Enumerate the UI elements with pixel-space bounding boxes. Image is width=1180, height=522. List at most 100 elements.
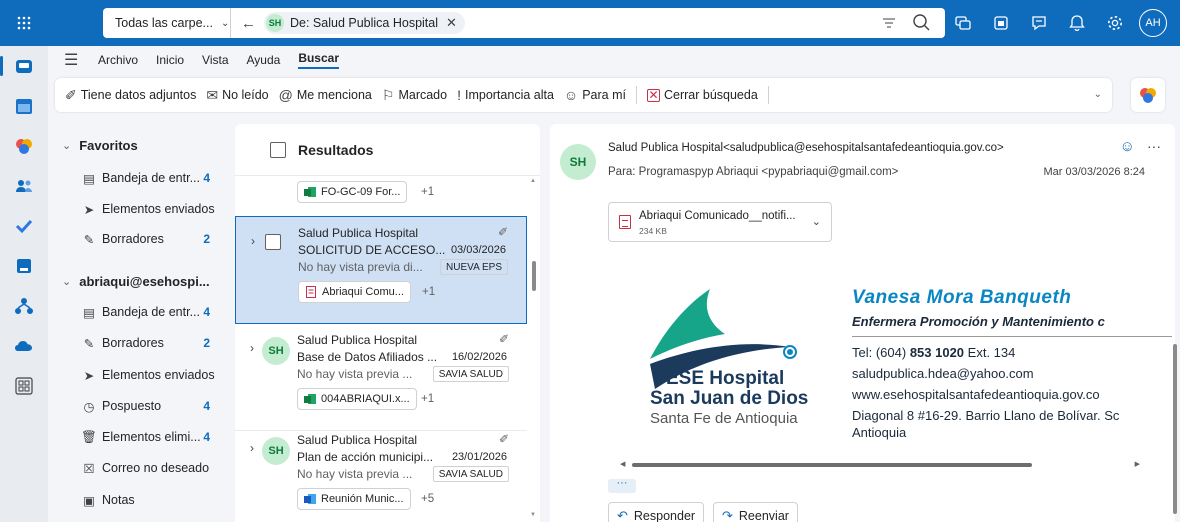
chevron-right-icon[interactable]: › — [251, 234, 255, 248]
attachment-chip[interactable]: Reunión Munic... — [297, 488, 411, 510]
people-app-icon[interactable] — [14, 176, 34, 196]
paperclip-icon: ✐ — [497, 225, 508, 239]
org-explorer-icon[interactable] — [14, 296, 34, 316]
scroll-down-icon[interactable]: ▼ — [530, 512, 536, 518]
apps-grid-icon[interactable] — [0, 0, 48, 46]
scrollbar-thumb[interactable] — [532, 261, 536, 291]
mail-app-icon[interactable] — [14, 56, 34, 76]
meet-now-icon[interactable] — [944, 0, 982, 46]
scrollbar-thumb[interactable] — [1173, 344, 1177, 514]
message-checkbox[interactable] — [265, 234, 281, 250]
pencil-icon: ✎ — [83, 232, 95, 247]
tab-archivo[interactable]: Archivo — [98, 53, 138, 67]
chevron-right-icon[interactable]: › — [250, 441, 254, 455]
chevron-down-icon[interactable]: ⌄ — [1094, 89, 1102, 100]
attachment-card[interactable]: Abriaqui Comunicado__notifi... 234 KB ⌄ — [608, 202, 832, 242]
chevron-right-icon[interactable]: › — [250, 341, 254, 355]
scroll-left-icon[interactable]: ◀ — [620, 460, 625, 468]
tab-ayuda[interactable]: Ayuda — [247, 53, 281, 67]
account-header[interactable]: ⌄ abriaqui@esehospi... — [62, 274, 210, 289]
teams-icon[interactable] — [982, 0, 1020, 46]
signature-website[interactable]: www.esehospitalsantafedeantioquia.gov.co — [852, 387, 1100, 402]
filter-unread-button[interactable]: ✉ No leído — [206, 87, 268, 104]
message-row[interactable]: › SH Salud Publica Hospital ✐ Base de Da… — [235, 324, 527, 432]
horizontal-scrollbar[interactable]: ◀ ▶ — [620, 460, 1140, 468]
settings-gear-icon[interactable] — [1096, 0, 1134, 46]
filter-to-me-button[interactable]: ☺ Para mí — [564, 87, 626, 103]
copilot-app-icon[interactable] — [14, 136, 34, 156]
search-box[interactable]: Todas las carpe... ⌄ ← SH De: Salud Publ… — [103, 8, 945, 38]
forward-button[interactable]: ↷ Reenviar — [713, 502, 798, 522]
folder-sent[interactable]: ➤ Elementos enviados — [82, 364, 228, 386]
tab-vista[interactable]: Vista — [202, 53, 228, 67]
search-icon[interactable] — [911, 12, 933, 34]
filter-attachments-button[interactable]: ✐ Tiene datos adjuntos — [65, 87, 196, 104]
favorites-label: Favoritos — [79, 138, 138, 153]
scrollbar-thumb[interactable] — [632, 463, 1032, 467]
message-row-selected[interactable]: › Salud Publica Hospital ✐ SOLICITUD DE … — [235, 216, 527, 324]
folder-drafts[interactable]: ✎ Borradores 2 — [82, 332, 228, 354]
show-trimmed-content-button[interactable]: ··· — [608, 478, 636, 493]
user-account-button[interactable]: AH — [1134, 0, 1172, 46]
reading-pane-scrollbar[interactable] — [1170, 124, 1180, 522]
attachment-chip[interactable]: 004ABRIAQUI.x... — [297, 388, 417, 410]
category-tag[interactable]: SAVIA SALUD — [432, 466, 509, 482]
pdf-file-icon — [306, 286, 316, 298]
hamburger-icon[interactable]: ☰ — [64, 50, 80, 70]
unread-count: 4 — [203, 430, 210, 444]
scroll-up-icon[interactable]: ▲ — [530, 178, 536, 184]
smiley-icon[interactable]: ☺ — [1120, 138, 1135, 155]
more-options-icon[interactable]: ··· — [1147, 138, 1161, 154]
category-tag[interactable]: NUEVA EPS — [440, 259, 508, 275]
favorites-header[interactable]: ⌄ Favoritos — [62, 138, 138, 153]
calendar-app-icon[interactable] — [14, 96, 34, 116]
tab-buscar[interactable]: Buscar — [298, 51, 339, 69]
folder-label: Elementos enviados — [102, 202, 215, 216]
filter-flagged-button[interactable]: ⚐ Marcado — [382, 87, 447, 104]
copilot-button[interactable] — [1131, 78, 1165, 112]
attachment-name: Abriaqui Comunicado__notifi... — [639, 210, 796, 222]
tab-inicio[interactable]: Inicio — [156, 53, 184, 67]
attachment-chip[interactable]: Abriaqui Comu... — [298, 281, 411, 303]
filter-icon[interactable] — [883, 15, 895, 31]
signature-email[interactable]: saludpublica.hdea@yahoo.com — [852, 366, 1034, 381]
message-row[interactable]: › SH Salud Publica Hospital ✐ Plan de ac… — [235, 424, 527, 522]
bell-icon[interactable] — [1058, 0, 1096, 46]
folder-favorites-sent[interactable]: ➤ Elementos enviados — [82, 198, 228, 220]
folder-junk[interactable]: ☒ Correo no deseado — [82, 457, 228, 479]
reply-button[interactable]: ↶ Responder — [608, 502, 705, 522]
back-arrow-icon[interactable]: ← — [241, 15, 256, 32]
files-app-icon[interactable] — [14, 256, 34, 276]
pdf-file-icon — [619, 215, 631, 229]
todo-app-icon[interactable] — [14, 216, 34, 236]
forward-label: Reenviar — [738, 509, 789, 522]
more-apps-icon[interactable] — [14, 376, 34, 396]
feedback-icon[interactable] — [1020, 0, 1058, 46]
ribbon-menu: ☰ Archivo Inicio Vista Ayuda Buscar — [48, 46, 1180, 74]
close-box-icon: ✕ — [646, 88, 660, 102]
folder-deleted[interactable]: 🗑 Elementos elimi... 4 — [81, 426, 228, 448]
folder-snoozed[interactable]: ◷ Pospuesto 4 — [82, 395, 228, 417]
close-icon[interactable]: ✕ — [446, 15, 457, 31]
category-tag[interactable]: SAVIA SALUD — [432, 366, 509, 382]
folder-inbox[interactable]: ▤ Bandeja de entr... 4 — [82, 301, 228, 323]
chevron-down-icon[interactable]: ⌄ — [812, 215, 821, 228]
select-all-checkbox[interactable] — [270, 141, 286, 158]
attachment-chip[interactable]: FO-GC-09 For... — [297, 181, 408, 203]
sender-address[interactable]: Salud Publica Hospital<saludpublica@eseh… — [608, 142, 1004, 154]
search-scope-dropdown[interactable]: Todas las carpe... ⌄ — [103, 8, 231, 38]
scroll-right-icon[interactable]: ▶ — [1135, 460, 1140, 468]
message-datetime: Mar 03/03/2026 8:24 — [1043, 166, 1145, 178]
folder-label: Bandeja de entr... — [102, 171, 200, 185]
list-scrollbar[interactable]: ▲ ▼ — [530, 176, 538, 522]
folder-favorites-drafts[interactable]: ✎ Borradores 2 — [82, 228, 228, 250]
search-filter-chip[interactable]: SH De: Salud Publica Hospital ✕ — [264, 12, 465, 34]
onedrive-icon[interactable] — [14, 336, 34, 356]
list-header: Resultados — [235, 124, 540, 176]
folder-favorites-inbox[interactable]: ▤ Bandeja de entr... 4 — [82, 167, 228, 189]
close-search-button[interactable]: ✕ Cerrar búsqueda — [646, 88, 758, 102]
folder-notes[interactable]: ▣ Notas — [82, 489, 228, 511]
filter-mentions-button[interactable]: @ Me menciona — [279, 87, 372, 103]
inbox-icon: ▤ — [83, 171, 95, 186]
filter-important-button[interactable]: ! Importancia alta — [457, 87, 554, 103]
